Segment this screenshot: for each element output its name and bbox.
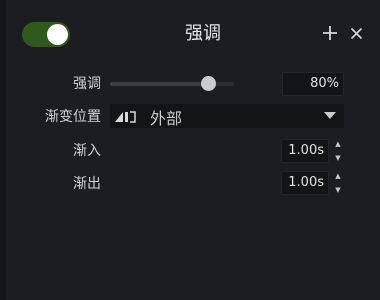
emphasis-value-field[interactable]: 80% <box>282 72 344 96</box>
fade-in-up-arrow-icon[interactable]: ▲ <box>335 139 340 149</box>
fade-out-up-arrow-icon[interactable]: ▲ <box>335 171 340 181</box>
caret-down-icon <box>324 112 336 119</box>
panel-title: 强调 <box>185 23 221 44</box>
emphasis-label: 强调 <box>73 76 101 92</box>
fade-position-dropdown[interactable]: 外部 <box>110 104 344 128</box>
fade-gradient-icon <box>115 111 136 123</box>
fade-out-field[interactable]: 1.00s <box>281 171 329 195</box>
emphasis-slider-fill <box>110 82 210 86</box>
fade-in-stepper[interactable]: ▲ ▼ <box>333 139 343 163</box>
fade-in-label: 渐入 <box>73 143 101 159</box>
emphasis-slider-thumb[interactable] <box>201 76 217 91</box>
emphasis-slider[interactable] <box>110 76 234 91</box>
fade-out-label: 渐出 <box>73 176 101 192</box>
add-button[interactable] <box>320 22 340 44</box>
fade-out-down-arrow-icon[interactable]: ▼ <box>335 185 340 195</box>
close-icon <box>350 27 362 39</box>
fade-position-value: 外部 <box>150 109 183 128</box>
fade-in-down-arrow-icon[interactable]: ▼ <box>335 153 340 163</box>
fade-out-stepper[interactable]: ▲ ▼ <box>333 171 343 195</box>
enable-toggle[interactable] <box>22 22 70 47</box>
plus-icon <box>323 26 337 40</box>
panel-left-edge <box>0 0 6 300</box>
fade-in-field[interactable]: 1.00s <box>281 139 329 163</box>
close-button[interactable] <box>346 22 366 44</box>
toggle-knob <box>47 24 68 45</box>
fade-position-label: 渐变位置 <box>45 109 101 125</box>
